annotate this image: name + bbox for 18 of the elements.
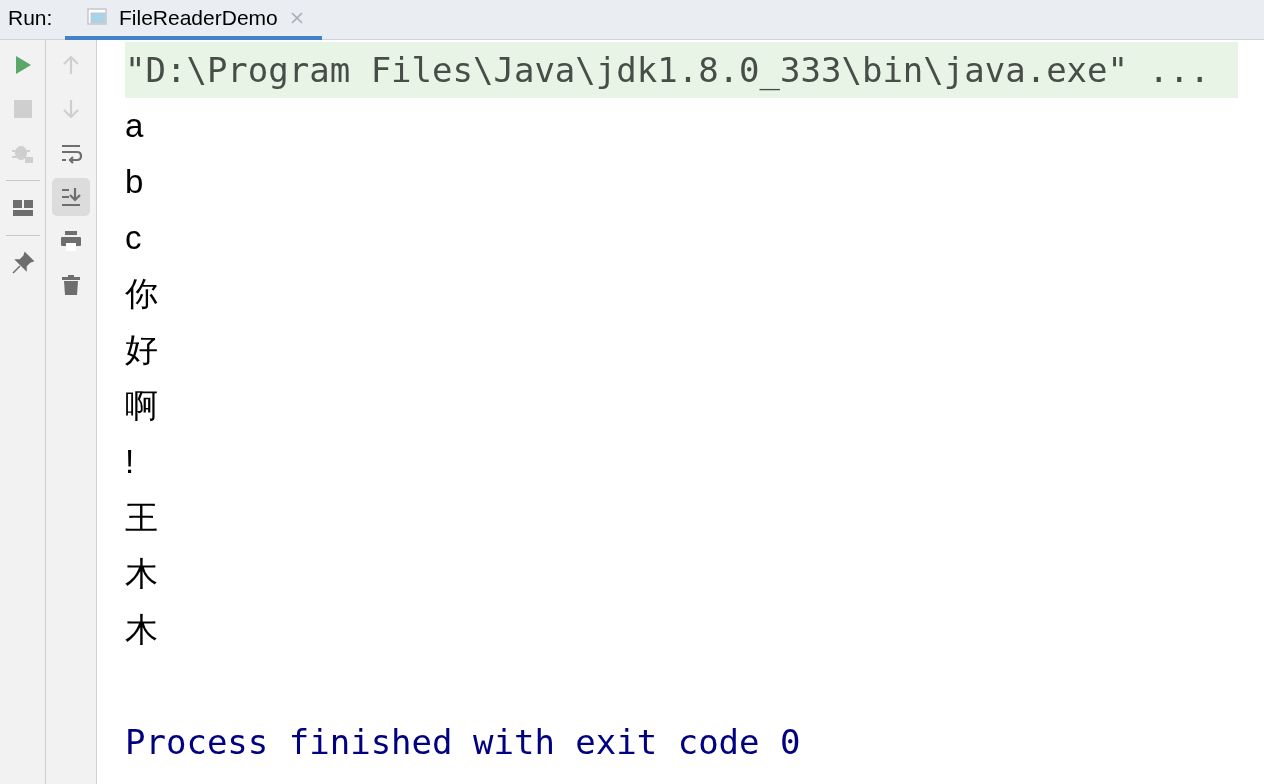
run-label: Run:	[7, 5, 54, 31]
output-text: !	[125, 443, 135, 481]
output-text: 木	[125, 553, 158, 594]
scroll-end-button[interactable]	[52, 178, 90, 216]
output-text: 你	[125, 273, 158, 314]
exit-message: Process finished with exit code 0	[125, 722, 801, 762]
output-text: b	[125, 163, 144, 201]
output-text: 啊	[125, 385, 158, 426]
output-text: c	[125, 219, 142, 257]
scroll-end-icon	[59, 185, 83, 209]
pin-icon	[10, 251, 35, 275]
output-text: 好	[125, 329, 158, 370]
trash-icon	[59, 273, 83, 297]
output-text: 木	[125, 609, 158, 650]
print-icon	[59, 229, 83, 253]
output-text: a	[125, 107, 144, 145]
window-icon	[87, 8, 109, 28]
output-text: 王	[125, 497, 158, 538]
